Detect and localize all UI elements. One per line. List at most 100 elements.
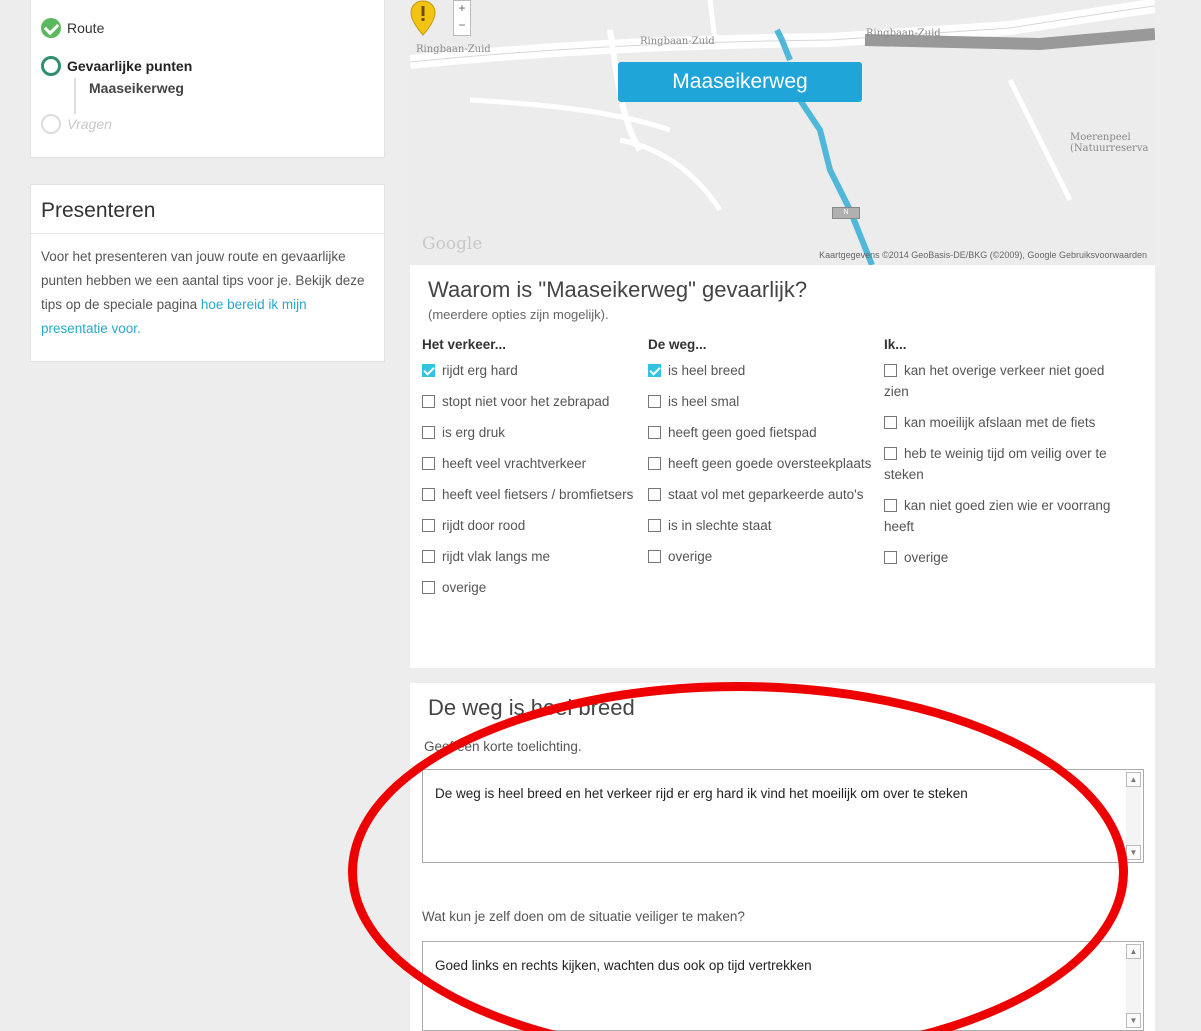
map-canvas xyxy=(410,0,1155,265)
map-label-ringbaan-right: Ringbaan-Zuid xyxy=(866,28,941,39)
scroll-up-arrow-icon[interactable]: ▲ xyxy=(1126,944,1141,959)
checkbox-checked-icon[interactable] xyxy=(422,364,435,377)
checkbox-option[interactable]: heb te weinig tijd om veilig over te ste… xyxy=(884,443,1124,485)
checkbox-icon[interactable] xyxy=(884,416,897,429)
checkbox-icon[interactable] xyxy=(422,581,435,594)
checkbox-icon[interactable] xyxy=(648,519,661,532)
checkbox-label: stopt niet voor het zebrapad xyxy=(442,394,610,409)
checkbox-option[interactable]: heeft veel fietsers / bromfietsers xyxy=(422,484,637,505)
step-vragen[interactable]: Vragen xyxy=(41,114,112,134)
warning-pin-icon[interactable] xyxy=(410,0,436,36)
options-column-ik: Ik... kan het overige verkeer niet goed z… xyxy=(884,337,1124,578)
checkbox-icon[interactable] xyxy=(884,551,897,564)
step-connector-line xyxy=(74,78,76,114)
checkbox-icon[interactable] xyxy=(422,488,435,501)
zoom-out-button[interactable]: − xyxy=(454,18,470,35)
checkbox-icon[interactable] xyxy=(884,499,897,512)
route-map[interactable]: + − Ringbaan-Zuid Ringbaan-Zuid Ringbaan… xyxy=(410,0,1155,265)
checkbox-label: is heel breed xyxy=(668,363,746,378)
road-shield-icon: N xyxy=(832,207,860,219)
map-label-natuur: Moerenpeel (Natuurreserva xyxy=(1070,132,1149,154)
checkbox-option[interactable]: is in slechte staat xyxy=(648,515,876,536)
map-zoom-control[interactable]: + − xyxy=(453,0,471,36)
checkbox-option[interactable]: is heel smal xyxy=(648,391,876,412)
checkbox-icon[interactable] xyxy=(648,550,661,563)
checkbox-icon[interactable] xyxy=(648,488,661,501)
step-gevaarlijke-punten[interactable]: Gevaarlijke punten xyxy=(41,56,192,76)
checkbox-option[interactable]: overige xyxy=(648,546,876,567)
explanation-textarea[interactable]: De weg is heel breed en het verkeer rijd… xyxy=(422,769,1144,863)
scrollbar[interactable]: ▲ ▼ xyxy=(1126,944,1141,1028)
checkbox-checked-icon[interactable] xyxy=(648,364,661,377)
improvement-label: Wat kun je zelf doen om de situatie veil… xyxy=(422,909,745,924)
checkbox-option[interactable]: overige xyxy=(422,577,637,598)
scrollbar[interactable]: ▲ ▼ xyxy=(1126,772,1141,860)
checkbox-icon[interactable] xyxy=(422,550,435,563)
explanation-card: De weg is heel breed Geef een korte toel… xyxy=(410,683,1155,1031)
question-title: Waarom is "Maaseikerweg" gevaarlijk? xyxy=(428,277,808,302)
step-route[interactable]: Route xyxy=(41,18,104,38)
scroll-down-arrow-icon[interactable]: ▼ xyxy=(1126,845,1141,860)
checkbox-label: kan het overige verkeer niet goed zien xyxy=(884,363,1105,399)
checkbox-option[interactable]: staat vol met geparkeerde auto's xyxy=(648,484,876,505)
checkbox-icon[interactable] xyxy=(422,519,435,532)
checkbox-option[interactable]: overige xyxy=(884,547,1124,568)
checkbox-option[interactable]: heeft veel vrachtverkeer xyxy=(422,453,637,474)
step-gevaarlijke-punten-label: Gevaarlijke punten xyxy=(67,58,193,74)
presenteren-card: Presenteren Voor het presenteren van jou… xyxy=(30,184,385,362)
checkbox-option[interactable]: rijdt door rood xyxy=(422,515,637,536)
checkbox-icon[interactable] xyxy=(422,457,435,470)
checkbox-option[interactable]: is erg druk xyxy=(422,422,637,443)
checkbox-icon[interactable] xyxy=(648,457,661,470)
checkbox-icon[interactable] xyxy=(422,426,435,439)
explanation-label: Geef een korte toelichting. xyxy=(424,739,582,754)
checkbox-label: overige xyxy=(904,550,949,565)
checkbox-option[interactable]: kan het overige verkeer niet goed zien xyxy=(884,360,1124,402)
checkbox-label: heeft veel fietsers / bromfietsers xyxy=(442,487,634,502)
improvement-text: Goed links en rechts kijken, wachten dus… xyxy=(435,958,812,973)
explanation-title: De weg is heel breed xyxy=(428,695,635,720)
checkbox-option[interactable]: rijdt vlak langs me xyxy=(422,546,637,567)
checkbox-option[interactable]: kan moeilijk afslaan met de fiets xyxy=(884,412,1124,433)
checkbox-option[interactable]: stopt niet voor het zebrapad xyxy=(422,391,637,412)
checkbox-option[interactable]: kan niet goed zien wie er voorrang heeft xyxy=(884,495,1124,537)
map-attribution[interactable]: Kaartgegevens ©2014 GeoBasis-DE/BKG (©20… xyxy=(819,250,1147,260)
checkbox-icon[interactable] xyxy=(884,447,897,460)
column-heading: De weg... xyxy=(648,337,707,352)
checkbox-label: heb te weinig tijd om veilig over te ste… xyxy=(884,446,1107,482)
checkbox-option[interactable]: is heel breed xyxy=(648,360,876,381)
current-step-circle-icon xyxy=(41,56,61,76)
options-column-weg: De weg... is heel breed is heel smal heeft … xyxy=(648,337,876,577)
scroll-down-arrow-icon[interactable]: ▼ xyxy=(1126,1013,1141,1028)
checkbox-label: overige xyxy=(668,549,713,564)
scroll-up-arrow-icon[interactable]: ▲ xyxy=(1126,772,1141,787)
checkbox-option[interactable]: heeft geen goed fietspad xyxy=(648,422,876,443)
checkbox-label: heeft veel vrachtverkeer xyxy=(442,456,587,471)
empty-circle-icon xyxy=(41,114,61,134)
checkbox-label: rijdt erg hard xyxy=(442,363,518,378)
checkbox-icon[interactable] xyxy=(422,395,435,408)
presenteren-text: Voor het presenteren van jouw route en g… xyxy=(41,245,376,341)
zoom-in-button[interactable]: + xyxy=(454,1,470,18)
step-current-point[interactable]: Maaseikerweg xyxy=(89,80,184,96)
checkbox-label: is in slechte staat xyxy=(668,518,772,533)
step-route-label: Route xyxy=(67,20,105,36)
checkbox-label: is erg druk xyxy=(442,425,506,440)
checkbox-label: heeft geen goed fietspad xyxy=(668,425,817,440)
checkbox-label: is heel smal xyxy=(668,394,740,409)
improvement-textarea[interactable]: Goed links en rechts kijken, wachten dus… xyxy=(422,941,1144,1031)
column-heading: Ik... xyxy=(884,337,907,352)
checkbox-label: heeft geen goede oversteekplaats xyxy=(668,456,872,471)
checkbox-icon[interactable] xyxy=(648,426,661,439)
checkbox-option[interactable]: heeft geen goede oversteekplaats xyxy=(648,453,876,474)
checkbox-icon[interactable] xyxy=(884,364,897,377)
checkbox-option[interactable]: rijdt erg hard xyxy=(422,360,637,381)
map-point-callout[interactable]: Maaseikerweg xyxy=(618,62,862,102)
route-line xyxy=(797,98,875,265)
checkbox-label: rijdt door rood xyxy=(442,518,526,533)
progress-steps-card: Route Gevaarlijke punten Maaseikerweg Vr… xyxy=(30,0,385,158)
checkbox-icon[interactable] xyxy=(648,395,661,408)
google-logo: Google xyxy=(422,234,483,254)
divider xyxy=(31,233,384,234)
question-subtitle: (meerdere opties zijn mogelijk). xyxy=(428,307,609,322)
